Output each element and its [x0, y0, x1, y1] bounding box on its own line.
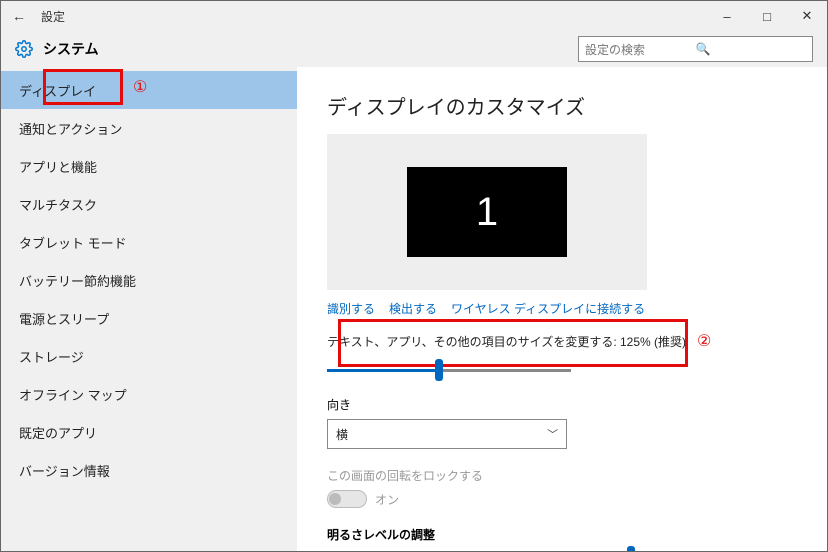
sidebar-item-label: タブレット モード: [19, 233, 127, 252]
brightness-slider[interactable]: [327, 549, 797, 551]
window-controls: – □ ✕: [707, 1, 827, 31]
sidebar-item-label: 電源とスリープ: [19, 309, 109, 328]
chevron-down-icon: 〈: [545, 429, 561, 440]
sidebar-item-power[interactable]: 電源とスリープ: [1, 299, 297, 337]
display-links: 識別する 検出する ワイヤレス ディスプレイに接続する: [327, 300, 797, 317]
search-placeholder: 設定の検索: [585, 41, 696, 58]
sidebar-item-label: バージョン情報: [19, 461, 110, 480]
orientation-label: 向き: [327, 396, 797, 413]
titlebar: ← 設定 – □ ✕: [1, 1, 827, 31]
sidebar-item-default-apps[interactable]: 既定のアプリ: [1, 413, 297, 451]
display-preview[interactable]: 1: [327, 134, 647, 290]
orientation-value: 横: [336, 426, 348, 443]
sidebar-item-label: 通知とアクション: [19, 119, 122, 138]
maximize-button[interactable]: □: [747, 1, 787, 31]
scale-section: テキスト、アプリ、その他の項目のサイズを変更する: 125% (推奨): [327, 333, 797, 380]
scale-label: テキスト、アプリ、その他の項目のサイズを変更する: 125% (推奨): [327, 333, 797, 350]
annotation-number-2: ②: [697, 331, 711, 351]
sidebar-item-label: バッテリー節約機能: [19, 271, 136, 290]
sidebar-item-offline-maps[interactable]: オフライン マップ: [1, 375, 297, 413]
sidebar-item-label: オフライン マップ: [19, 385, 127, 404]
sidebar-item-label: マルチタスク: [19, 195, 97, 214]
page-title: ディスプレイのカスタマイズ: [327, 91, 797, 120]
sidebar-item-tablet[interactable]: タブレット モード: [1, 223, 297, 261]
monitor-thumbnail[interactable]: 1: [407, 167, 567, 257]
window-title: 設定: [41, 8, 65, 25]
sidebar-item-label: ディスプレイ: [19, 81, 96, 100]
rotation-lock-state: オン: [375, 491, 399, 508]
rotation-lock-toggle[interactable]: [327, 490, 367, 508]
orientation-select[interactable]: 横 〈: [327, 419, 567, 449]
sidebar-item-label: 既定のアプリ: [19, 423, 97, 442]
slider-thumb[interactable]: [435, 359, 443, 381]
minimize-button[interactable]: –: [707, 1, 747, 31]
sidebar-item-about[interactable]: バージョン情報: [1, 451, 297, 489]
header-bar: システム 設定の検索 🔍: [1, 31, 827, 67]
sidebar-item-label: ストレージ: [19, 347, 84, 366]
body: ディスプレイ 通知とアクション アプリと機能 マルチタスク タブレット モード …: [1, 67, 827, 551]
identify-link[interactable]: 識別する: [327, 300, 375, 317]
sidebar-item-battery[interactable]: バッテリー節約機能: [1, 261, 297, 299]
rotation-lock-row: オン: [327, 490, 797, 508]
sidebar-item-label: アプリと機能: [19, 157, 97, 176]
scale-slider[interactable]: [327, 360, 797, 380]
section-title: システム: [43, 39, 99, 59]
sidebar-item-storage[interactable]: ストレージ: [1, 337, 297, 375]
search-input[interactable]: 設定の検索 🔍: [578, 36, 813, 62]
slider-track-filled: [327, 369, 437, 372]
sidebar-item-multitask[interactable]: マルチタスク: [1, 185, 297, 223]
search-icon: 🔍: [696, 42, 807, 56]
toggle-knob: [329, 493, 341, 505]
detect-link[interactable]: 検出する: [389, 300, 437, 317]
sidebar-item-display[interactable]: ディスプレイ: [1, 71, 297, 109]
gear-icon: [15, 40, 33, 58]
settings-window: ← 設定 – □ ✕ システム 設定の検索 🔍 ディスプレイ 通知とアクション …: [0, 0, 828, 552]
sidebar-item-apps[interactable]: アプリと機能: [1, 147, 297, 185]
close-button[interactable]: ✕: [787, 1, 827, 31]
annotation-number-1: ①: [133, 77, 147, 97]
slider-track-empty: [441, 369, 571, 372]
brightness-label: 明るさレベルの調整: [327, 526, 797, 543]
brightness-thumb[interactable]: [627, 546, 635, 551]
content-pane: ディスプレイのカスタマイズ 1 識別する 検出する ワイヤレス ディスプレイに接…: [297, 67, 827, 551]
rotation-lock-label: この画面の回転をロックする: [327, 467, 797, 484]
sidebar: ディスプレイ 通知とアクション アプリと機能 マルチタスク タブレット モード …: [1, 67, 297, 551]
back-button[interactable]: ←: [9, 8, 29, 24]
wireless-display-link[interactable]: ワイヤレス ディスプレイに接続する: [451, 300, 645, 317]
sidebar-item-notifications[interactable]: 通知とアクション: [1, 109, 297, 147]
